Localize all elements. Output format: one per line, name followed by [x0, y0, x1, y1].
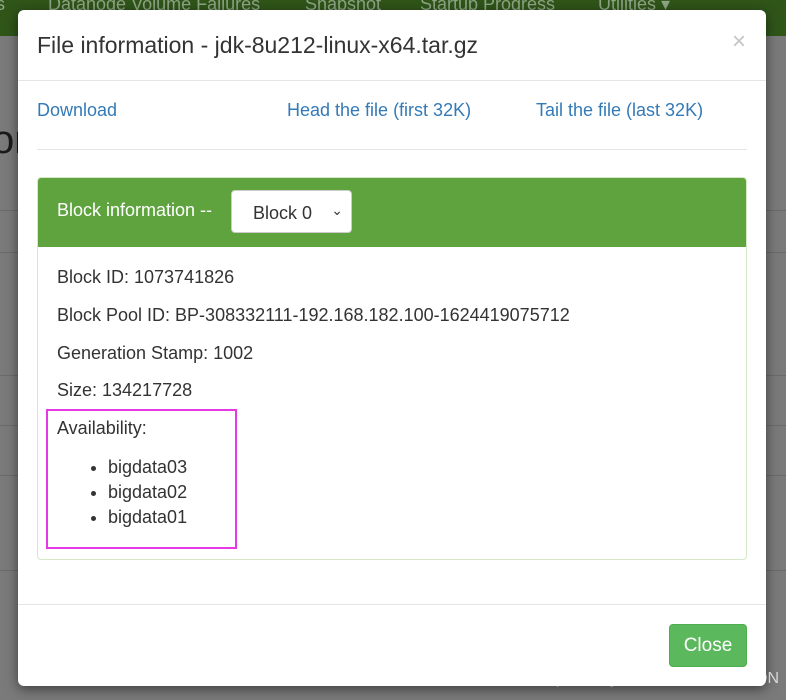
modal-header: File information - jdk-8u212-linux-x64.t…: [18, 10, 766, 81]
tail-file-link[interactable]: Tail the file (last 32K): [536, 100, 703, 121]
divider: [18, 604, 766, 605]
chevron-down-icon: ⌄: [331, 202, 343, 218]
divider: [37, 149, 747, 150]
watermark: https://blog.csdn.net/nmsLLCSDN: [538, 670, 780, 687]
block-id: Block ID: 1073741826: [57, 267, 235, 287]
close-icon[interactable]: ×: [732, 28, 746, 56]
close-button[interactable]: Close: [669, 624, 747, 667]
generation-stamp: Generation Stamp: 1002: [57, 343, 254, 363]
panel-title: Block information --: [57, 200, 213, 220]
block-select[interactable]: Block 0 ⌄: [231, 190, 352, 233]
highlight-box: [46, 409, 237, 549]
nav-item: s: [0, 0, 5, 14]
block-select-value: Block 0: [253, 203, 313, 223]
file-information-modal: File information - jdk-8u212-linux-x64.t…: [18, 10, 766, 686]
download-link[interactable]: Download: [37, 100, 117, 121]
block-size: Size: 134217728: [57, 380, 193, 400]
block-pool-id: Block Pool ID: BP-308332111-192.168.182.…: [57, 305, 570, 325]
modal-title: File information - jdk-8u212-linux-x64.t…: [37, 32, 479, 58]
head-file-link[interactable]: Head the file (first 32K): [287, 100, 471, 121]
panel-header: Block information -- Block 0 ⌄: [38, 178, 746, 247]
